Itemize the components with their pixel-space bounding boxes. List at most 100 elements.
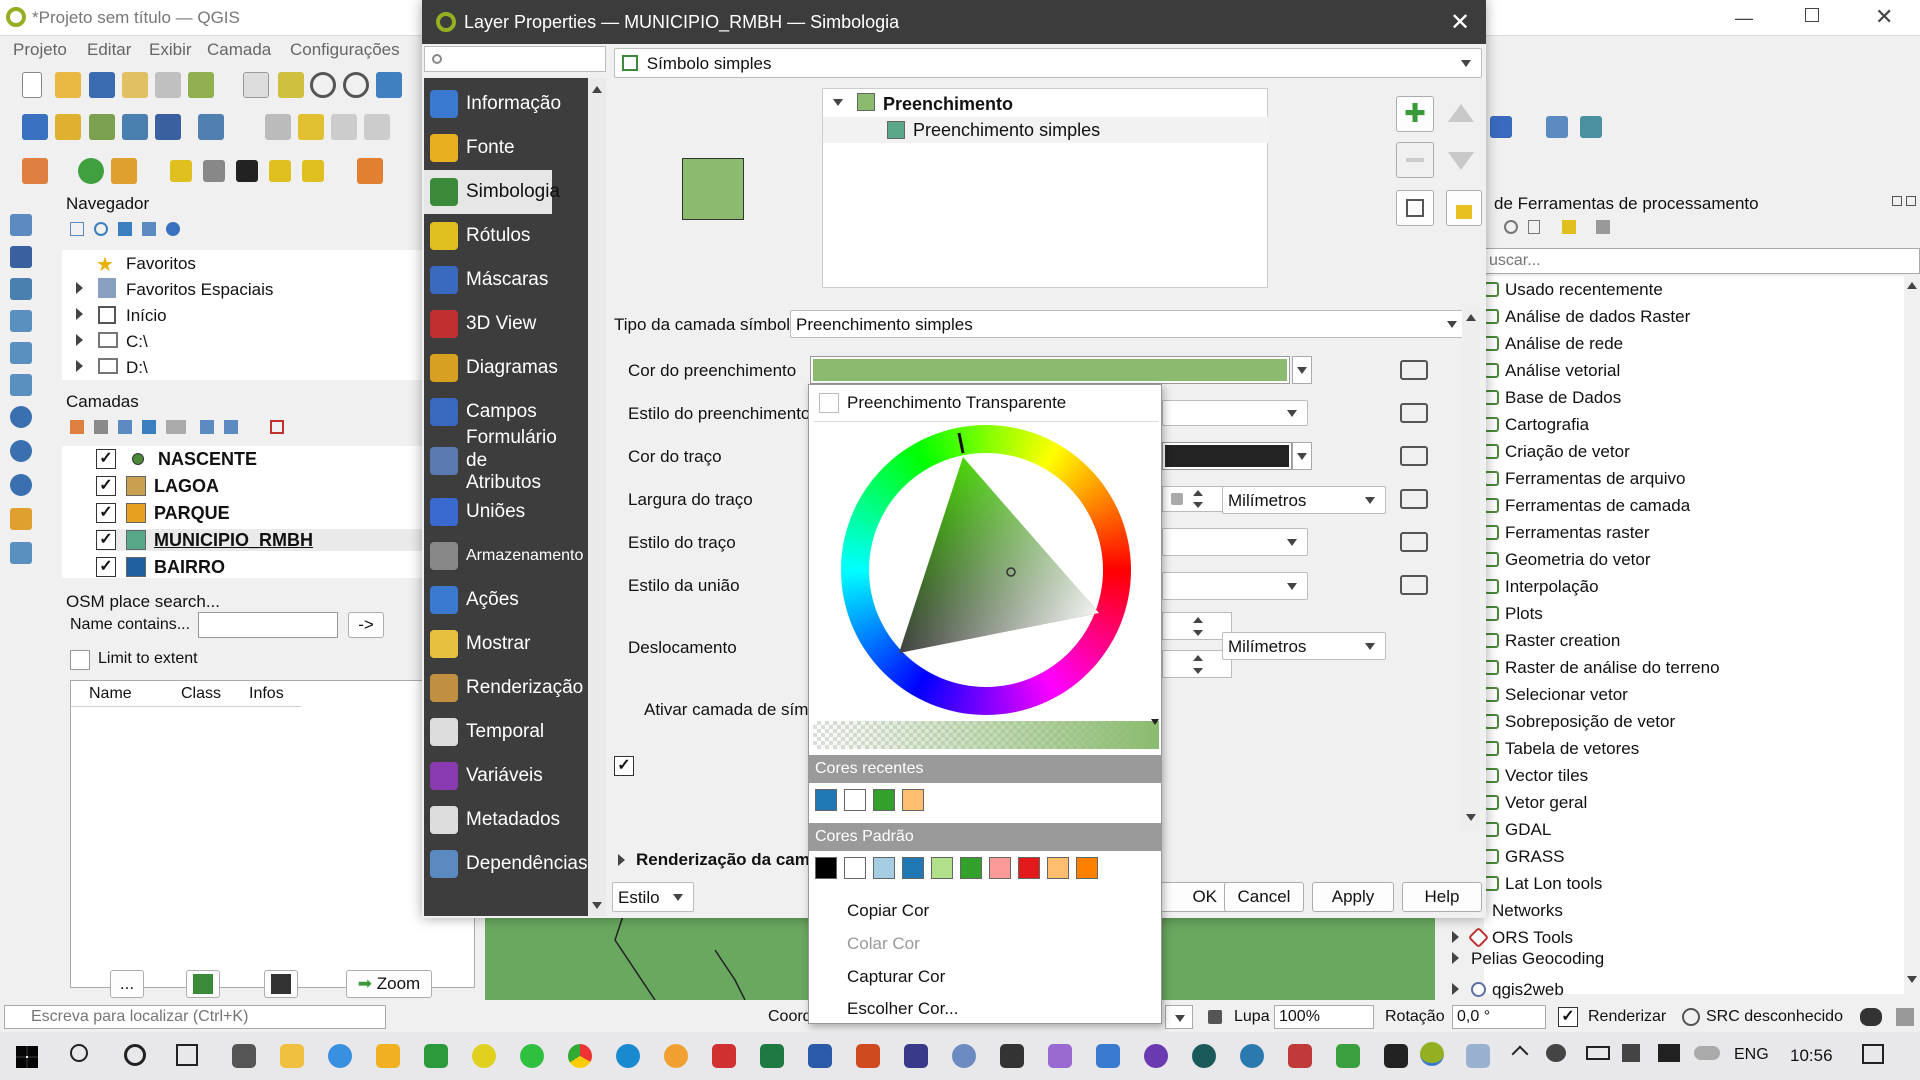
stroke-color-dropdown[interactable]	[1292, 442, 1312, 470]
render-checkbox[interactable]: ✓	[1558, 1007, 1578, 1027]
plugin-m-icon[interactable]	[236, 160, 258, 182]
app-icon-6[interactable]	[904, 1044, 928, 1068]
color-swatch[interactable]	[815, 789, 837, 811]
side-item-informa-o[interactable]: Informação	[424, 82, 561, 126]
side-item-a-es[interactable]: Ações	[424, 578, 552, 622]
renderer-combo[interactable]: Símbolo simples	[614, 48, 1482, 78]
layer-visibility-checkbox[interactable]: ✓	[96, 476, 116, 496]
curve-icon[interactable]	[10, 342, 32, 364]
digitize-icon[interactable]	[265, 114, 291, 140]
scroll-down-icon[interactable]	[1466, 814, 1476, 821]
browser-item-c[interactable]: C:\	[126, 332, 148, 352]
color-swatch[interactable]	[873, 789, 895, 811]
color-wheel[interactable]	[841, 425, 1131, 715]
app-icon-12[interactable]	[1288, 1044, 1312, 1068]
models-icon[interactable]	[1562, 220, 1576, 234]
symbol-layer-type-combo[interactable]: Preenchimento simples	[790, 310, 1468, 338]
color-swatch[interactable]	[1047, 857, 1069, 879]
edit-tool-icon[interactable]	[357, 158, 383, 184]
spin-down-icon[interactable]	[1193, 502, 1203, 508]
maps-icon[interactable]	[1336, 1044, 1360, 1068]
processing-group-item[interactable]: Selecionar vetor	[1484, 685, 1628, 705]
app-icon-4[interactable]	[472, 1044, 496, 1068]
transparent-fill-checkbox[interactable]	[819, 393, 839, 413]
app-icon-8[interactable]	[1096, 1044, 1120, 1068]
spin-down-icon[interactable]	[1193, 668, 1203, 674]
r-icon[interactable]	[952, 1044, 976, 1068]
render-section-label[interactable]: Renderização da cam	[636, 850, 810, 870]
refresh-icon[interactable]	[94, 222, 108, 236]
browser-item-favoritos[interactable]: Favoritos	[126, 254, 196, 274]
search-icon[interactable]	[70, 1044, 88, 1062]
layer-visibility-checkbox[interactable]: ✓	[96, 530, 116, 550]
processing-group-item[interactable]: GRASS	[1484, 847, 1565, 867]
color-swatch[interactable]	[989, 857, 1011, 879]
fill-color-button[interactable]	[810, 356, 1290, 384]
panel-float-icon[interactable]	[1892, 196, 1902, 206]
alpha-handle-icon[interactable]	[1151, 719, 1159, 725]
menu-configuracoes[interactable]: Configurações	[290, 40, 400, 60]
whatsapp-icon[interactable]	[520, 1044, 544, 1068]
processing-group-item[interactable]: ORS Tools	[1452, 926, 1573, 949]
processing-group-item[interactable]: Tabela de vetores	[1484, 739, 1639, 759]
color-swatch[interactable]	[960, 857, 982, 879]
processing-group-item[interactable]: Análise de dados Raster	[1484, 307, 1690, 327]
osm-zoom-button[interactable]: ➡ Zoom	[346, 970, 432, 998]
locator-input[interactable]	[4, 1005, 386, 1029]
menu-camada[interactable]: Camada	[207, 40, 271, 60]
processing-group-item[interactable]: Ferramentas de camada	[1484, 496, 1690, 516]
spin-down-icon[interactable]	[1193, 630, 1203, 636]
transparent-fill-label[interactable]: Preenchimento Transparente	[847, 393, 1066, 413]
volume-icon[interactable]	[1622, 1044, 1640, 1062]
browser-item-favoritos-espaciais[interactable]: Favoritos Espaciais	[126, 280, 273, 300]
layer-row[interactable]: ✓ BAIRRO	[96, 556, 225, 578]
add-feature-icon[interactable]	[364, 114, 390, 140]
limit-extent-checkbox[interactable]	[70, 650, 90, 670]
edge-icon[interactable]	[616, 1044, 640, 1068]
layer-visibility-checkbox[interactable]: ✓	[96, 503, 116, 523]
app-icon-14[interactable]	[1466, 1044, 1490, 1068]
enable-layer-checkbox[interactable]: ✓	[614, 756, 634, 776]
app-icon-7[interactable]	[1048, 1044, 1072, 1068]
filter-expr-icon[interactable]	[166, 420, 186, 434]
move-down-icon[interactable]	[1448, 152, 1474, 170]
side-item-uni-es[interactable]: Uniões	[424, 490, 552, 534]
choose-color-item[interactable]: Escolher Cor...	[847, 999, 959, 1019]
processing-group-item[interactable]: GDAL	[1484, 820, 1551, 840]
expand-icon[interactable]	[1452, 931, 1459, 943]
app-icon-1[interactable]	[328, 1044, 352, 1068]
lupa-input[interactable]: 100%	[1274, 1005, 1374, 1029]
tree-collapse-icon[interactable]	[833, 99, 843, 106]
fill-style-combo[interactable]	[1162, 400, 1308, 426]
globe-icon[interactable]	[10, 406, 32, 428]
shape-icon[interactable]	[10, 374, 32, 396]
crs-globe-icon[interactable]	[1682, 1008, 1700, 1026]
add-vector-icon[interactable]	[22, 114, 48, 140]
side-item-r-tulos[interactable]: Rótulos	[424, 214, 552, 258]
layer-row[interactable]: ✓ LAGOA	[96, 475, 219, 497]
vertex-tool-icon[interactable]	[10, 214, 32, 236]
join-style-combo[interactable]	[1162, 572, 1308, 600]
osm-layer-button[interactable]	[186, 970, 220, 998]
side-item-fonte[interactable]: Fonte	[424, 126, 552, 170]
processing-group-item[interactable]: Raster de análise do terreno	[1484, 658, 1720, 678]
info-icon[interactable]	[166, 222, 180, 236]
menu-editar[interactable]: Editar	[87, 40, 131, 60]
tools-icon[interactable]	[111, 158, 137, 184]
expand-icon[interactable]	[76, 282, 83, 294]
app-icon-11[interactable]	[1240, 1044, 1264, 1068]
minimize-icon[interactable]: —	[1735, 8, 1753, 29]
zoom-in-icon[interactable]	[310, 72, 336, 98]
layer-row[interactable]: ✓ MUNICIPIO_RMBH	[96, 529, 422, 551]
file-explorer-icon[interactable]	[280, 1044, 304, 1068]
save-project-icon[interactable]	[89, 72, 115, 98]
help-icon[interactable]	[1490, 116, 1512, 138]
side-item-simbologia[interactable]: Simbologia	[424, 170, 560, 214]
side-item-depend-ncias[interactable]: Dependências	[424, 842, 587, 886]
app-icon-10[interactable]	[1192, 1044, 1216, 1068]
browser-item-d[interactable]: D:\	[126, 358, 148, 378]
results-icon[interactable]	[1528, 220, 1540, 234]
side-item-temporal[interactable]: Temporal	[424, 710, 552, 754]
filter-icon[interactable]	[118, 222, 132, 236]
style-icon[interactable]	[70, 420, 84, 434]
